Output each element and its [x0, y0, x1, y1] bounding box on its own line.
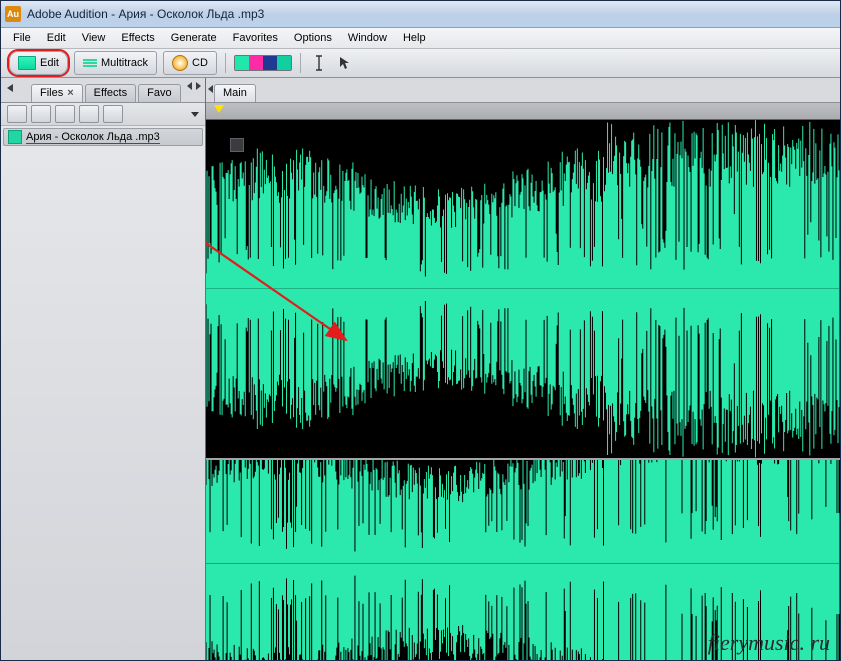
- multitrack-icon: [83, 59, 97, 67]
- waveform-display[interactable]: fierymusic. ru: [206, 120, 840, 660]
- menu-generate[interactable]: Generate: [163, 28, 225, 48]
- main-tab-prev-icon[interactable]: [208, 85, 213, 93]
- color-swatch[interactable]: [249, 56, 263, 70]
- toolbar-separator-2: [300, 53, 301, 73]
- menu-view[interactable]: View: [74, 28, 114, 48]
- sidebar: Files × Effects Favo: [1, 78, 206, 660]
- mode-multitrack-button[interactable]: Multitrack: [74, 51, 157, 75]
- mode-edit-button[interactable]: Edit: [9, 51, 68, 75]
- title-filename: Ария - Осколок Льда .mp3: [118, 7, 264, 21]
- titlebar: Au Adobe Audition - Ария - Осколок Льда …: [1, 1, 840, 28]
- tab-favorites[interactable]: Favo: [138, 84, 180, 102]
- tab-files[interactable]: Files ×: [31, 84, 83, 102]
- cd-icon: [172, 55, 188, 71]
- menu-file[interactable]: File: [5, 28, 39, 48]
- mode-edit-label: Edit: [40, 57, 59, 69]
- color-swatch[interactable]: [277, 56, 291, 70]
- app-icon: Au: [5, 6, 21, 22]
- playhead-marker-icon[interactable]: [214, 105, 224, 113]
- toolbar-separator: [225, 53, 226, 73]
- chevron-left-icon[interactable]: [187, 82, 192, 90]
- file-row[interactable]: Ария - Осколок Льда .mp3: [3, 128, 203, 146]
- sidebar-tabstrip: Files × Effects Favo: [1, 78, 205, 103]
- tab-effects-label: Effects: [94, 87, 127, 100]
- menu-edit[interactable]: Edit: [39, 28, 74, 48]
- app-window: Au Adobe Audition - Ария - Осколок Льда …: [0, 0, 841, 661]
- sidebar-toolbar: [1, 103, 205, 126]
- color-swatch[interactable]: [263, 56, 277, 70]
- chevron-right-icon[interactable]: [196, 82, 201, 90]
- tab-main[interactable]: Main: [214, 84, 256, 102]
- color-swatch[interactable]: [235, 56, 249, 70]
- watermark: fierymusic. ru: [708, 630, 830, 656]
- waveform-icon: [18, 56, 36, 70]
- file-list: Ария - Осколок Льда .mp3: [1, 126, 205, 660]
- menu-effects[interactable]: Effects: [113, 28, 162, 48]
- menu-window[interactable]: Window: [340, 28, 395, 48]
- mode-cd-button[interactable]: CD: [163, 51, 217, 75]
- sidebar-tab-nav: [187, 82, 201, 90]
- pointer-tool[interactable]: [335, 54, 355, 72]
- main-panel: Main fierymusic. ru: [206, 78, 840, 660]
- time-ruler[interactable]: [206, 103, 840, 120]
- options-button[interactable]: [103, 105, 123, 123]
- tab-favorites-label: Favo: [147, 87, 171, 100]
- view-swatches[interactable]: [234, 55, 292, 71]
- mode-cd-label: CD: [192, 57, 208, 69]
- audio-file-icon: [8, 130, 22, 144]
- menu-help[interactable]: Help: [395, 28, 434, 48]
- close-icon[interactable]: ×: [67, 87, 73, 100]
- close-file-button[interactable]: [31, 105, 51, 123]
- tab-main-label: Main: [223, 87, 247, 100]
- ibeam-tool[interactable]: [309, 54, 329, 72]
- menu-options[interactable]: Options: [286, 28, 340, 48]
- channel-divider: [206, 458, 840, 460]
- tab-effects[interactable]: Effects: [85, 84, 136, 102]
- import-file-button[interactable]: [7, 105, 27, 123]
- tab-files-label: Files: [40, 87, 63, 100]
- window-title: Adobe Audition - Ария - Осколок Льда .mp…: [27, 7, 264, 21]
- sidebar-tab-prev-icon[interactable]: [7, 84, 13, 92]
- workspace: Files × Effects Favo: [1, 78, 840, 660]
- waveform-svg: [206, 120, 840, 660]
- menubar: File Edit View Effects Generate Favorite…: [1, 28, 840, 49]
- app-name: Adobe Audition: [27, 7, 108, 21]
- main-tabstrip: Main: [206, 78, 840, 103]
- toolbar: Edit Multitrack CD: [1, 49, 840, 78]
- file-name: Ария - Осколок Льда .mp3: [26, 131, 160, 144]
- edit-file-button[interactable]: [79, 105, 99, 123]
- insert-multitrack-button[interactable]: [55, 105, 75, 123]
- menu-favorites[interactable]: Favorites: [225, 28, 286, 48]
- chevron-down-icon[interactable]: [191, 112, 199, 117]
- mode-multitrack-label: Multitrack: [101, 57, 148, 69]
